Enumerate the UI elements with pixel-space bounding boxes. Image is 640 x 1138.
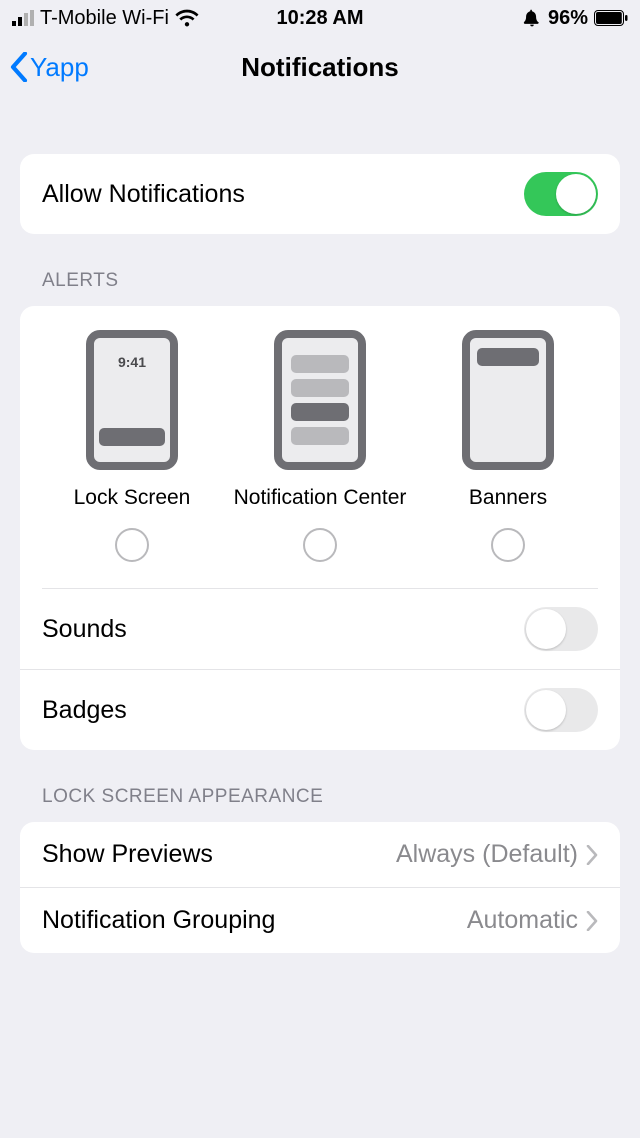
page-title: Notifications (241, 52, 398, 83)
section-header-lockscreen: Lock Screen Appearance (20, 750, 620, 822)
show-previews-label: Show Previews (42, 840, 213, 869)
allow-notifications-group: Allow Notifications (20, 154, 620, 234)
badges-label: Badges (42, 696, 127, 725)
alarm-icon (522, 8, 542, 28)
allow-notifications-label: Allow Notifications (42, 180, 245, 209)
back-label: Yapp (30, 52, 89, 83)
section-header-alerts: Alerts (20, 234, 620, 306)
wifi-icon (175, 9, 199, 27)
notification-grouping-row[interactable]: Notification Grouping Automatic (20, 887, 620, 953)
sounds-row: Sounds (20, 589, 620, 669)
chevron-left-icon (10, 52, 28, 82)
battery-percent: 96% (548, 7, 588, 30)
alert-option-lockscreen-label: Lock Screen (74, 486, 191, 510)
alert-style-picker: 9:41 Lock Screen Notification (20, 306, 620, 510)
notification-grouping-label: Notification Grouping (42, 906, 275, 935)
chevron-right-icon (586, 911, 598, 931)
badges-toggle[interactable] (524, 688, 598, 732)
alert-option-lockscreen[interactable]: 9:41 Lock Screen (38, 330, 226, 510)
alert-check-banner[interactable] (414, 528, 602, 562)
status-left: T-Mobile Wi-Fi (12, 7, 199, 30)
carrier-label: T-Mobile Wi-Fi (40, 7, 169, 30)
content: Allow Notifications Alerts 9:41 Lock Scr… (0, 98, 640, 953)
alerts-group: 9:41 Lock Screen Notification (20, 306, 620, 750)
status-bar: T-Mobile Wi-Fi 10:28 AM 96% (0, 0, 640, 36)
allow-notifications-toggle[interactable] (524, 172, 598, 216)
alert-option-banner[interactable]: Banners (414, 330, 602, 510)
alert-style-checks (20, 510, 620, 588)
status-time: 10:28 AM (276, 7, 363, 30)
sounds-label: Sounds (42, 615, 127, 644)
alert-option-banner-label: Banners (469, 486, 547, 510)
sounds-toggle[interactable] (524, 607, 598, 651)
lockscreen-preview-icon: 9:41 (86, 330, 178, 470)
show-previews-row[interactable]: Show Previews Always (Default) (20, 822, 620, 887)
show-previews-value: Always (Default) (396, 840, 598, 869)
nav-bar: Yapp Notifications (0, 36, 640, 98)
alert-option-nc[interactable]: Notification Center (226, 330, 414, 510)
nc-preview-icon (274, 330, 366, 470)
allow-notifications-row: Allow Notifications (20, 154, 620, 234)
notification-grouping-value: Automatic (467, 906, 598, 935)
lockscreen-group: Show Previews Always (Default) Notificat… (20, 822, 620, 953)
chevron-right-icon (586, 845, 598, 865)
alert-check-nc[interactable] (226, 528, 414, 562)
alert-check-lockscreen[interactable] (38, 528, 226, 562)
banner-preview-icon (462, 330, 554, 470)
cellular-signal-icon (12, 10, 34, 26)
alert-option-nc-label: Notification Center (234, 486, 407, 510)
status-right: 96% (522, 7, 628, 30)
battery-icon (594, 10, 628, 26)
badges-row: Badges (20, 669, 620, 750)
back-button[interactable]: Yapp (10, 52, 89, 83)
